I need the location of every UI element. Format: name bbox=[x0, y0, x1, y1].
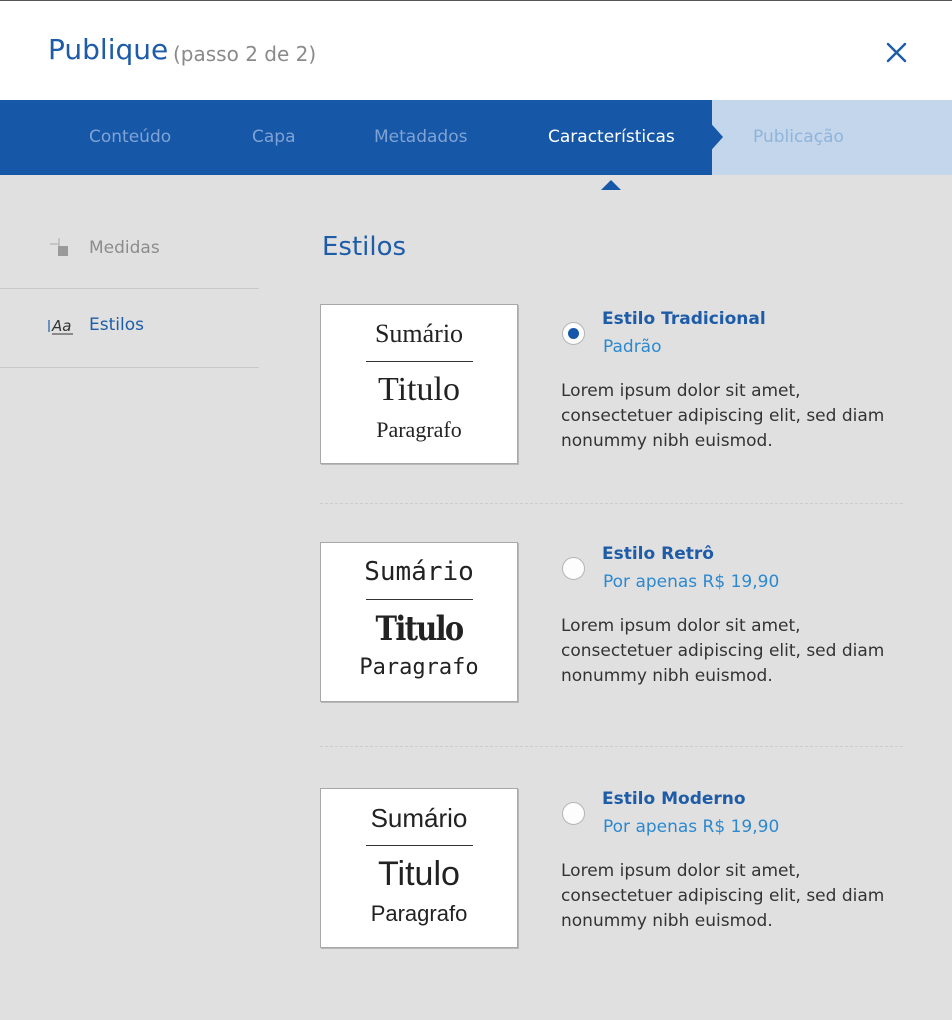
option-price: Por apenas R$ 19,90 bbox=[603, 572, 780, 592]
radio-estilo-retro[interactable] bbox=[562, 557, 585, 580]
active-step-indicator bbox=[601, 180, 621, 190]
option-name: Estilo Moderno bbox=[602, 789, 746, 809]
preview-paragrafo: Paragrafo bbox=[370, 901, 468, 926]
preview-divider bbox=[366, 599, 473, 600]
step-publicacao[interactable]: Publicação bbox=[753, 100, 844, 175]
preview-titulo: Titulo bbox=[375, 609, 465, 649]
sidebar-item-label: Medidas bbox=[89, 238, 160, 258]
option-separator bbox=[320, 746, 903, 747]
option-separator bbox=[320, 503, 903, 504]
option-price: Por apenas R$ 19,90 bbox=[603, 817, 780, 837]
measure-icon bbox=[50, 238, 68, 256]
sidebar-item-medidas[interactable]: Medidas bbox=[0, 210, 259, 288]
preview-paragrafo: Paragrafo bbox=[376, 417, 462, 442]
sidebar-item-estilos[interactable]: Aa Estilos bbox=[0, 289, 259, 367]
svg-text:Aa: Aa bbox=[51, 317, 71, 335]
radio-selected-dot bbox=[568, 328, 579, 339]
section-title: Estilos bbox=[322, 232, 407, 262]
preview-sumario: Sumário bbox=[364, 557, 474, 587]
preview-divider bbox=[366, 361, 473, 362]
step-counter: (passo 2 de 2) bbox=[173, 42, 317, 66]
active-step-chevron bbox=[690, 100, 723, 174]
close-button[interactable] bbox=[878, 35, 914, 71]
option-price: Padrão bbox=[603, 337, 662, 357]
preview-divider bbox=[366, 845, 473, 846]
radio-estilo-moderno[interactable] bbox=[562, 802, 585, 825]
option-description: Lorem ipsum dolor sit amet, consectetuer… bbox=[561, 381, 885, 451]
option-description: Lorem ipsum dolor sit amet, consectetuer… bbox=[561, 616, 885, 686]
dialog-header: Publique (passo 2 de 2) bbox=[0, 1, 952, 100]
preview-paragrafo: Paragrafo bbox=[359, 655, 479, 680]
step-capa[interactable]: Capa bbox=[252, 100, 296, 175]
option-name: Estilo Tradicional bbox=[602, 309, 766, 329]
sidebar-divider bbox=[0, 367, 259, 368]
dialog-title: Publique bbox=[48, 33, 169, 66]
close-icon bbox=[886, 42, 907, 63]
sidebar-item-label: Estilos bbox=[89, 315, 144, 335]
option-name: Estilo Retrô bbox=[602, 544, 714, 564]
step-caracteristicas[interactable]: Características bbox=[548, 100, 675, 175]
preview-sumario: Sumário bbox=[374, 319, 464, 348]
step-metadados[interactable]: Metadados bbox=[374, 100, 467, 175]
style-preview-moderno[interactable]: Sumário Titulo Paragrafo bbox=[320, 788, 518, 948]
preview-titulo: Titulo bbox=[378, 855, 460, 893]
text-style-icon: Aa bbox=[48, 317, 73, 335]
wizard-steps: Conteúdo Capa Metadados Características … bbox=[0, 100, 952, 175]
style-preview-retro[interactable]: Sumário Titulo Paragrafo bbox=[320, 542, 518, 702]
style-preview-tradicional[interactable]: Sumário Titulo Paragrafo bbox=[320, 304, 518, 464]
preview-titulo: Titulo bbox=[378, 371, 460, 408]
option-description: Lorem ipsum dolor sit amet, consectetuer… bbox=[561, 861, 885, 931]
preview-sumario: Sumário bbox=[370, 803, 468, 833]
radio-estilo-tradicional[interactable] bbox=[562, 322, 585, 345]
step-conteudo[interactable]: Conteúdo bbox=[89, 100, 171, 175]
